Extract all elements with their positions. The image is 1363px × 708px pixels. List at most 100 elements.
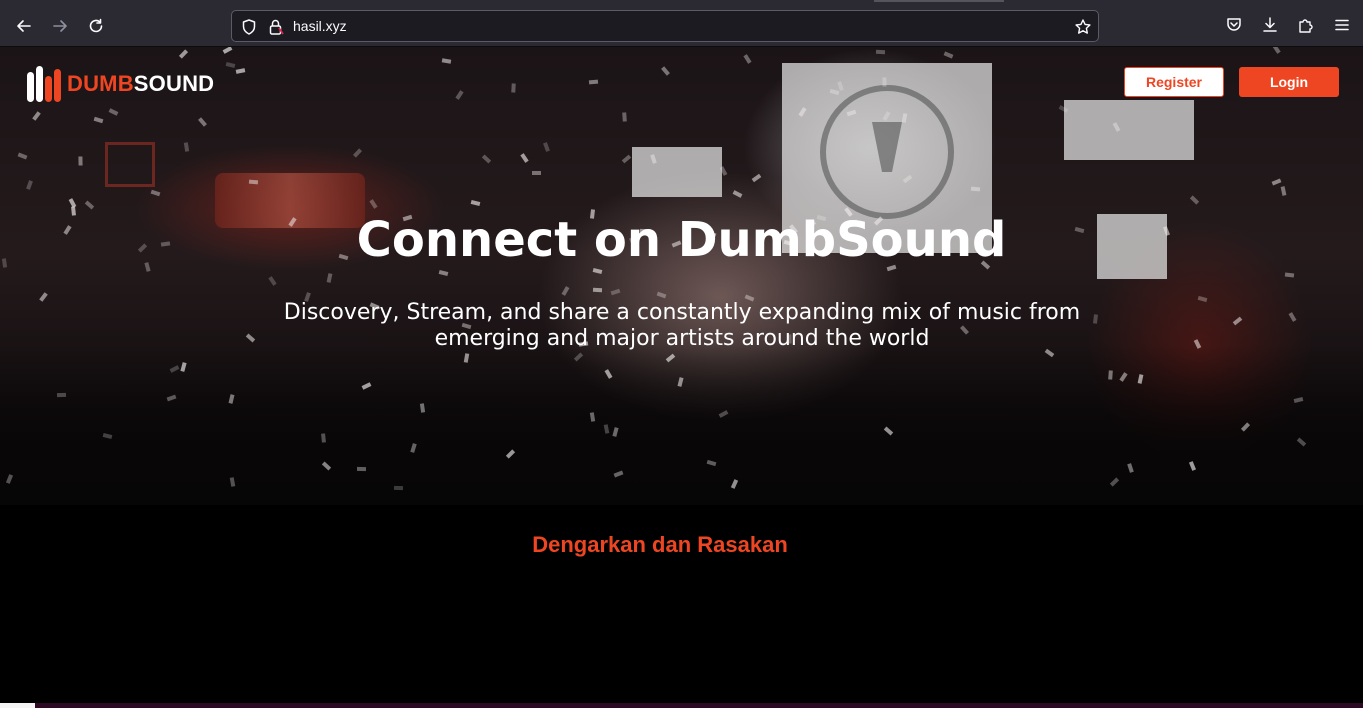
confetti-piece bbox=[369, 199, 378, 209]
confetti-piece bbox=[356, 466, 367, 472]
hero-title: Connect on DumbSound bbox=[356, 212, 1007, 268]
confetti-piece bbox=[621, 154, 632, 164]
downloads-button[interactable] bbox=[1259, 14, 1281, 36]
confetti-piece bbox=[321, 433, 326, 443]
confetti-piece bbox=[248, 179, 259, 185]
confetti-piece bbox=[1280, 186, 1287, 196]
confetti-piece bbox=[561, 286, 570, 296]
logo-text-sound: SOUND bbox=[133, 71, 215, 96]
confetti-piece bbox=[1189, 195, 1200, 205]
confetti-piece bbox=[93, 116, 104, 124]
browser-toolbar: hasil.xyz bbox=[0, 0, 1363, 47]
dumbsound-logo[interactable]: DUMB SOUND bbox=[27, 66, 214, 102]
url-text[interactable]: hasil.xyz bbox=[293, 18, 347, 34]
pocket-button[interactable] bbox=[1223, 14, 1245, 36]
logo-text-dumb: DUMB bbox=[67, 71, 134, 96]
confetti-piece bbox=[875, 49, 886, 55]
confetti-piece bbox=[743, 54, 752, 64]
extensions-button[interactable] bbox=[1295, 14, 1317, 36]
confetti-piece bbox=[235, 68, 246, 74]
shield-icon[interactable] bbox=[240, 18, 258, 36]
confetti-piece bbox=[39, 292, 48, 302]
confetti-piece bbox=[520, 153, 529, 163]
confetti-piece bbox=[78, 156, 83, 166]
pocket-icon bbox=[1227, 18, 1241, 31]
section-title: Dengarkan dan Rasakan bbox=[532, 532, 788, 557]
confetti-piece bbox=[183, 142, 190, 152]
confetti-piece bbox=[481, 154, 492, 164]
forward-button[interactable] bbox=[46, 12, 74, 40]
confetti-piece bbox=[588, 79, 599, 85]
confetti-piece bbox=[32, 111, 41, 121]
tab-indicator bbox=[874, 0, 1004, 2]
page-viewport: DUMB SOUND Register Login Connect on Dum… bbox=[0, 47, 1363, 703]
confetti-piece bbox=[1272, 47, 1281, 54]
confetti-piece bbox=[592, 267, 603, 275]
confetti-piece bbox=[352, 148, 363, 158]
stage-screen bbox=[1064, 100, 1194, 160]
confetti-piece bbox=[438, 269, 449, 277]
confetti-piece bbox=[108, 108, 119, 116]
confetti-piece bbox=[56, 392, 67, 398]
confetti-piece bbox=[543, 142, 550, 152]
confetti-piece bbox=[882, 77, 887, 87]
confetti-piece bbox=[610, 288, 621, 296]
confetti-piece bbox=[198, 117, 207, 127]
confetti-piece bbox=[943, 51, 954, 59]
confetti-piece bbox=[622, 112, 627, 122]
register-button[interactable]: Register bbox=[1124, 67, 1224, 97]
confetti-piece bbox=[470, 199, 481, 207]
confetti-piece bbox=[245, 333, 256, 343]
arrow-right-icon bbox=[53, 20, 67, 32]
download-icon bbox=[1263, 17, 1277, 32]
confetti-piece bbox=[970, 186, 981, 192]
logo-mark-icon bbox=[27, 66, 67, 102]
login-button[interactable]: Login bbox=[1239, 67, 1339, 97]
reload-button[interactable] bbox=[82, 12, 110, 40]
stage-logo-graphic bbox=[820, 85, 954, 219]
stage-frame bbox=[105, 142, 155, 187]
star-icon[interactable] bbox=[1074, 18, 1092, 36]
confetti-piece bbox=[1271, 178, 1282, 186]
confetti-piece bbox=[511, 83, 516, 93]
confetti-piece bbox=[326, 273, 333, 283]
confetti-piece bbox=[441, 58, 452, 64]
puzzle-icon bbox=[1299, 19, 1313, 33]
confetti-piece bbox=[455, 90, 464, 100]
reload-icon bbox=[89, 18, 103, 33]
confetti-piece bbox=[268, 276, 277, 286]
confetti-piece bbox=[68, 198, 77, 208]
status-bar bbox=[0, 703, 1363, 708]
confetti-piece bbox=[393, 485, 404, 491]
confetti-piece bbox=[1108, 370, 1113, 380]
confetti-piece bbox=[26, 180, 33, 190]
confetti-piece bbox=[1284, 272, 1295, 278]
confetti-piece bbox=[1232, 316, 1243, 326]
arrow-left-icon bbox=[17, 20, 31, 32]
confetti-piece bbox=[751, 173, 762, 183]
confetti-piece bbox=[84, 200, 95, 210]
back-button[interactable] bbox=[10, 12, 38, 40]
confetti-piece bbox=[225, 61, 236, 69]
stage-screen bbox=[632, 147, 722, 197]
confetti-piece bbox=[592, 287, 603, 293]
lock-icon[interactable] bbox=[267, 18, 285, 36]
confetti-piece bbox=[178, 49, 189, 59]
address-bar[interactable]: hasil.xyz bbox=[231, 10, 1099, 42]
confetti-piece bbox=[656, 291, 667, 299]
confetti-piece bbox=[532, 171, 541, 175]
confetti-piece bbox=[732, 190, 743, 198]
confetti-piece bbox=[17, 152, 28, 160]
hamburger-menu-icon bbox=[1335, 19, 1349, 31]
confetti-piece bbox=[222, 47, 233, 54]
confetti-piece bbox=[1197, 295, 1208, 303]
crowd-silhouette bbox=[0, 345, 1363, 505]
hero-subtitle: Discovery, Stream, and share a constantl… bbox=[283, 300, 1081, 351]
confetti-piece bbox=[1092, 314, 1099, 324]
status-bar-segment bbox=[0, 703, 35, 708]
confetti-piece bbox=[150, 189, 161, 197]
confetti-piece bbox=[661, 66, 670, 76]
confetti-piece bbox=[1288, 312, 1297, 322]
hero-banner: DUMB SOUND Register Login Connect on Dum… bbox=[0, 47, 1363, 505]
menu-button[interactable] bbox=[1331, 14, 1353, 36]
